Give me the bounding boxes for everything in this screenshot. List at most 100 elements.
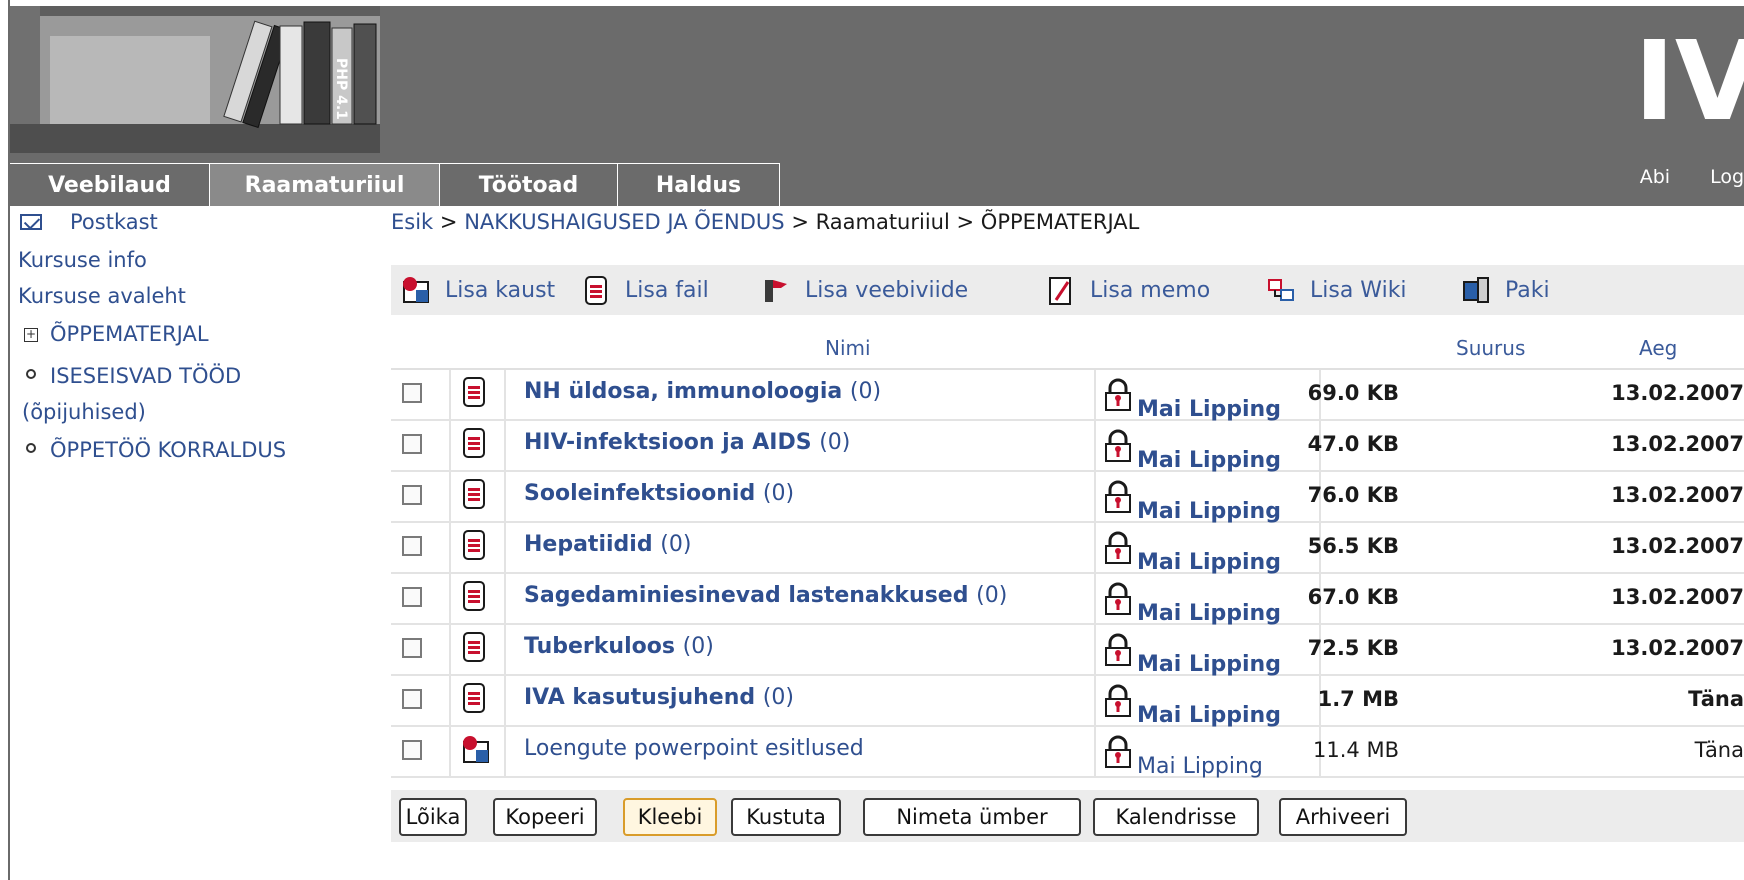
file-name-link[interactable]: NH üldosa, immunoloogia (0) (524, 379, 881, 404)
file-size: 72.5 KB (1307, 636, 1399, 660)
rename-button[interactable]: Nimeta ümber (863, 798, 1081, 836)
file-icon[interactable] (461, 580, 487, 616)
file-name-link[interactable]: Sooleinfektsioonid (0) (524, 481, 794, 506)
column-divider (449, 625, 451, 674)
row-checkbox[interactable] (402, 587, 422, 607)
cut-button[interactable]: Lõika (399, 798, 467, 836)
action-toolbar: Lisa kaust Lisa fail Lisa veebiviide Lis… (391, 265, 1744, 315)
pack-button[interactable]: Paki (1461, 274, 1550, 306)
tree-item-oppetoo-korraldus[interactable]: ÕPPETÖÖ KORRALDUS (26, 438, 286, 462)
iva-logo: IV (1634, 17, 1744, 145)
file-icon[interactable] (461, 427, 487, 463)
column-divider (504, 370, 506, 419)
table-row[interactable]: Sagedaminiesinevad lastenakkused (0) Mai … (391, 574, 1744, 626)
column-divider (449, 370, 451, 419)
row-checkbox[interactable] (402, 536, 422, 556)
tree-item-iseseisvad-tood[interactable]: ISESEISVAD TÖÖD (26, 364, 241, 388)
file-icon[interactable] (461, 376, 487, 412)
table-row[interactable]: Loengute powerpoint esitlused Mai Lippin… (391, 727, 1744, 779)
table-row[interactable]: Hepatiidid (0) Mai Lipping 56.5 KB 13.02.20… (391, 523, 1744, 575)
column-divider (504, 676, 506, 725)
file-name-link[interactable]: Sagedaminiesinevad lastenakkused (0) (524, 583, 1007, 608)
column-divider (504, 421, 506, 470)
file-icon[interactable] (461, 478, 487, 514)
file-icon[interactable] (461, 682, 487, 718)
column-header-time[interactable]: Aeg (1639, 336, 1677, 360)
add-weblink-button[interactable]: Lisa veebiviide (761, 274, 968, 306)
add-wiki-button[interactable]: Lisa Wiki (1266, 274, 1407, 306)
course-info-link[interactable]: Kursuse info (18, 248, 147, 272)
breadcrumb-course[interactable]: NAKKUSHAIGUSED JA ÕENDUS (464, 210, 784, 234)
course-home-link[interactable]: Kursuse avaleht (18, 284, 186, 308)
add-memo-button[interactable]: Lisa memo (1046, 274, 1210, 306)
add-folder-button[interactable]: Lisa kaust (401, 274, 555, 306)
lock-icon (1103, 633, 1133, 673)
file-date: Täna (1694, 738, 1744, 762)
copy-button[interactable]: Kopeeri (493, 798, 597, 836)
lock-icon (1103, 531, 1133, 571)
table-row[interactable]: NH üldosa, immunoloogia (0) Mai Lipping 69… (391, 370, 1744, 422)
column-divider (504, 625, 506, 674)
lock-icon (1103, 582, 1133, 622)
column-divider (449, 727, 451, 776)
pack-label: Paki (1505, 277, 1550, 303)
breadcrumb-separator: > (439, 210, 458, 234)
table-row[interactable]: Sooleinfektsioonid (0) Mai Lipping 76.0 KB… (391, 472, 1744, 524)
tab-haldus[interactable]: Haldus (618, 163, 780, 206)
row-checkbox[interactable] (402, 638, 422, 658)
mailbox-link[interactable]: Postkast (20, 210, 158, 234)
tree-item-opijuhised[interactable]: (õpijuhised) (22, 400, 146, 424)
calendar-button[interactable]: Kalendrisse (1093, 798, 1259, 836)
file-table: Nimi Suurus Aeg NH üldosa, immunoloogia … (391, 326, 1744, 779)
row-checkbox[interactable] (402, 740, 422, 760)
tab-veebilaud[interactable]: Veebilaud (10, 163, 210, 206)
file-name-link[interactable]: Loengute powerpoint esitlused (524, 736, 864, 761)
delete-button[interactable]: Kustuta (731, 798, 841, 836)
comment-count: (0) (682, 634, 714, 659)
add-file-button[interactable]: Lisa fail (581, 274, 709, 306)
folder-icon[interactable] (461, 733, 491, 769)
tab-tootoad[interactable]: Töötoad (440, 163, 618, 206)
help-link[interactable]: Abi (1640, 166, 1670, 188)
file-icon[interactable] (461, 529, 487, 565)
file-name-link[interactable]: Hepatiidid (0) (524, 532, 691, 557)
file-name-link[interactable]: Tuberkuloos (0) (524, 634, 714, 659)
breadcrumb-home[interactable]: Esik (391, 210, 433, 234)
file-icon[interactable] (461, 631, 487, 667)
archive-button[interactable]: Arhiveeri (1279, 798, 1407, 836)
comment-count: (0) (849, 379, 882, 404)
action-buttons: Lõika Kopeeri Kleebi Kustuta Nimeta ümbe… (391, 790, 1744, 842)
left-frame-border (0, 0, 10, 880)
file-size: 56.5 KB (1307, 534, 1399, 558)
comment-count: (0) (819, 430, 851, 455)
file-date: 13.02.2007 (1611, 381, 1744, 405)
row-checkbox[interactable] (402, 689, 422, 709)
wiki-icon (1268, 279, 1294, 301)
column-divider (1094, 727, 1096, 776)
column-header-name[interactable]: Nimi (825, 336, 871, 360)
file-date: 13.02.2007 (1611, 432, 1744, 456)
table-header: Nimi Suurus Aeg (391, 326, 1744, 370)
mail-icon (20, 214, 42, 230)
file-name-link[interactable]: HIV-infektsioon ja AIDS (0) (524, 430, 850, 455)
row-checkbox[interactable] (402, 383, 422, 403)
logout-link[interactable]: Log (1710, 166, 1744, 188)
expand-plus-icon[interactable]: + (24, 328, 38, 342)
file-name: Sagedaminiesinevad lastenakkused (524, 583, 969, 608)
add-file-label: Lisa fail (625, 277, 709, 303)
file-size: 69.0 KB (1307, 381, 1399, 405)
pack-icon (1463, 277, 1489, 303)
tab-raamaturiiul[interactable]: Raamaturiiul (210, 163, 440, 206)
row-checkbox[interactable] (402, 485, 422, 505)
column-header-size[interactable]: Suurus (1456, 336, 1525, 360)
table-row[interactable]: IVA kasutusjuhend (0) Mai Lipping 1.7 MB Tä… (391, 676, 1744, 728)
tree-item-oppematerjal[interactable]: + ÕPPEMATERJAL (24, 322, 209, 346)
table-row[interactable]: Tuberkuloos (0) Mai Lipping 72.5 KB 13.02.2… (391, 625, 1744, 677)
tree-item-label: ISESEISVAD TÖÖD (50, 364, 242, 388)
paste-button[interactable]: Kleebi (623, 798, 717, 836)
file-name-link[interactable]: IVA kasutusjuhend (0) (524, 685, 794, 710)
comment-count: (0) (762, 481, 795, 506)
file-size: 67.0 KB (1307, 585, 1399, 609)
table-row[interactable]: HIV-infektsioon ja AIDS (0) Mai Lipping 47… (391, 421, 1744, 473)
row-checkbox[interactable] (402, 434, 422, 454)
